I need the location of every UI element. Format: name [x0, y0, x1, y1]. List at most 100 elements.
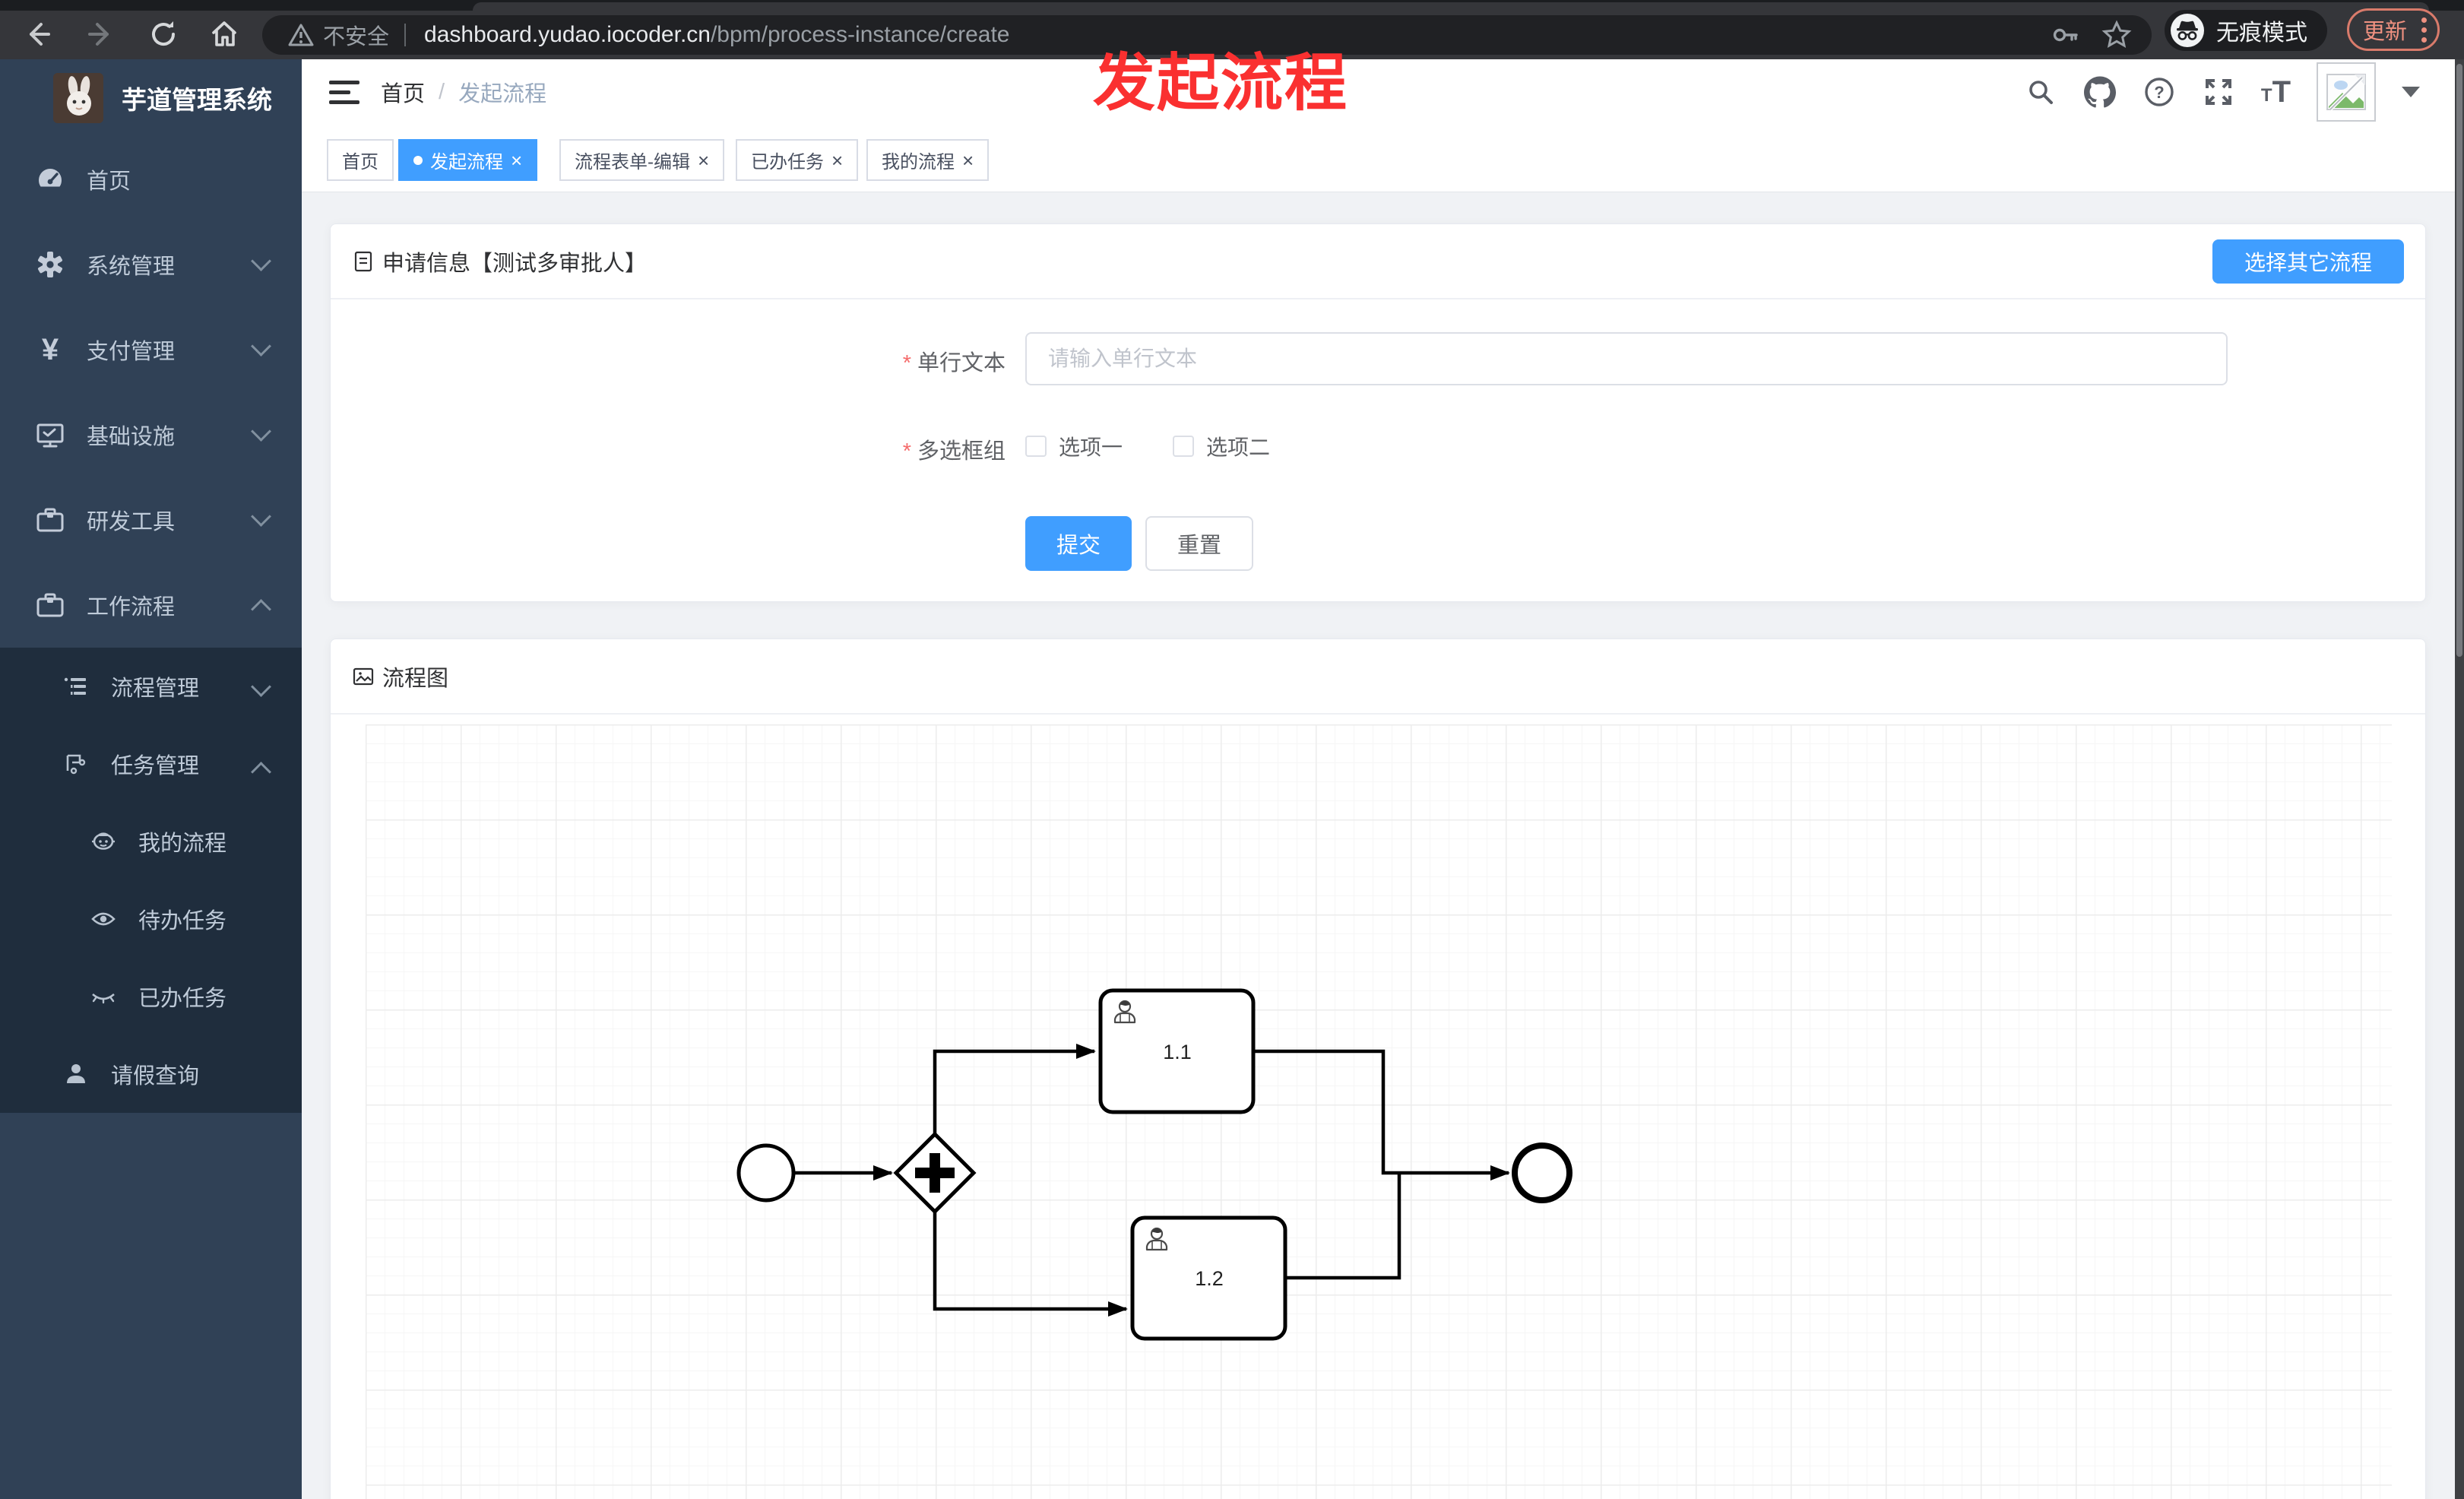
bpmn-canvas[interactable]: 1.1 1.2 — [366, 724, 2392, 1499]
app-logo — [53, 73, 103, 123]
github-icon[interactable] — [2083, 75, 2117, 109]
sidebar-item-label: 待办任务 — [138, 909, 227, 933]
avatar[interactable] — [2317, 62, 2376, 122]
back-button[interactable] — [14, 11, 61, 58]
reload-icon — [152, 21, 176, 46]
bpmn-user-task-1-1[interactable]: 1.1 — [1098, 988, 1256, 1114]
update-label[interactable]: 更新 — [2363, 14, 2407, 46]
close-icon[interactable]: × — [831, 151, 843, 170]
flow-gateway-to-task1 — [933, 1044, 1096, 1134]
sidebar-item-my-processes[interactable]: 我的流程 — [0, 803, 302, 880]
flow-task2-to-end — [1285, 1174, 1401, 1280]
bookmark-star-icon[interactable] — [2101, 20, 2132, 50]
password-key-icon[interactable] — [2050, 20, 2080, 50]
checkbox-label: 选项一 — [1059, 436, 1123, 459]
breadcrumb-home[interactable]: 首页 — [381, 76, 425, 108]
search-icon[interactable] — [2024, 75, 2057, 109]
security-label[interactable]: 不安全 — [323, 19, 389, 51]
task-label: 1.2 — [1195, 1267, 1224, 1290]
dashboard-icon — [33, 164, 67, 195]
chevron-up-icon — [251, 599, 271, 620]
chevron-down-icon — [251, 677, 271, 697]
sidebar-item-label: 研发工具 — [87, 510, 176, 534]
checkbox-icon[interactable] — [1025, 436, 1047, 457]
home-icon — [212, 21, 236, 46]
incognito-label: 无痕模式 — [2216, 21, 2307, 46]
gear-icon — [33, 249, 67, 280]
checkbox-option-2[interactable]: 选项二 — [1173, 431, 1270, 461]
breadcrumb: 首页 / 发起流程 — [381, 59, 546, 125]
tag-label: 流程表单-编辑 — [575, 152, 690, 173]
sidebar-item-infrastructure[interactable]: 基础设施 — [0, 392, 302, 477]
bpmn-diagram: 1.1 1.2 — [736, 988, 1572, 1341]
sidebar-item-dev-tools[interactable]: 研发工具 — [0, 477, 302, 563]
required-mark: * — [902, 439, 911, 464]
active-dot — [413, 155, 423, 165]
tag-label: 我的流程 — [882, 152, 955, 173]
user-icon — [62, 1061, 90, 1087]
sidebar-item-todo-tasks[interactable]: 待办任务 — [0, 880, 302, 958]
sidebar-item-label: 任务管理 — [111, 754, 200, 778]
sidebar-item-system-management[interactable]: 系统管理 — [0, 222, 302, 307]
home-button[interactable] — [201, 11, 248, 58]
close-icon[interactable]: × — [511, 151, 522, 170]
forward-button[interactable] — [78, 11, 125, 58]
submit-button[interactable]: 提交 — [1025, 516, 1132, 571]
incognito-badge: 无痕模式 — [2165, 10, 2327, 51]
bpmn-start-event[interactable] — [736, 1143, 796, 1203]
sidebar-item-task-management[interactable]: 任务管理 — [0, 725, 302, 803]
sidebar-collapse-button[interactable] — [329, 77, 363, 107]
tag-start-process[interactable]: 发起流程 × — [398, 139, 538, 181]
reset-button[interactable]: 重置 — [1145, 516, 1253, 571]
bpmn-parallel-gateway[interactable] — [893, 1131, 977, 1215]
toolbox-icon — [33, 505, 67, 535]
page-scrollbar[interactable] — [2455, 59, 2464, 1499]
avatar-caret-icon[interactable] — [2402, 87, 2420, 97]
reload-button[interactable] — [140, 11, 187, 58]
sidebar-item-label: 流程管理 — [111, 677, 200, 701]
required-mark: * — [902, 351, 911, 376]
svg-text:?: ? — [2154, 83, 2164, 102]
card-title: 流程图 — [382, 666, 449, 691]
chrome-menu-icon[interactable] — [2421, 17, 2427, 43]
help-icon[interactable]: ? — [2143, 75, 2176, 109]
app-logo-row[interactable]: 芋道管理系统 — [0, 59, 302, 137]
bpmn-user-task-1-2[interactable]: 1.2 — [1130, 1215, 1287, 1341]
tag-my-processes[interactable]: 我的流程 × — [866, 139, 990, 181]
workflow-submenu: 流程管理 任务管理 我的流程 待办任务 已办任务 请假查询 — [0, 648, 302, 1113]
tag-label: 首页 — [342, 152, 378, 173]
tag-done-tasks[interactable]: 已办任务 × — [736, 139, 859, 181]
fullscreen-icon[interactable] — [2202, 75, 2235, 109]
close-icon[interactable]: × — [962, 151, 974, 170]
eye-closed-icon — [90, 984, 117, 1009]
font-size-icon[interactable]: TT — [2261, 77, 2291, 107]
url-text[interactable]: dashboard.yudao.iocoder.cn/bpm/process-i… — [424, 22, 1009, 48]
chrome-update-button[interactable]: 更新 — [2347, 8, 2440, 51]
sidebar-item-label: 已办任务 — [138, 987, 227, 1011]
browser-active-tab[interactable] — [473, 2, 2429, 11]
tag-home[interactable]: 首页 — [327, 139, 394, 181]
sidebar-item-home[interactable]: 首页 — [0, 137, 302, 222]
tag-process-form-edit[interactable]: 流程表单-编辑 × — [559, 139, 725, 181]
sidebar-item-process-management[interactable]: 流程管理 — [0, 648, 302, 725]
checkbox-icon[interactable] — [1173, 436, 1195, 457]
bpmn-end-event[interactable] — [1512, 1142, 1572, 1203]
sidebar-item-label: 支付管理 — [87, 340, 176, 364]
chevron-down-icon — [251, 251, 271, 271]
sidebar-item-label: 首页 — [87, 170, 131, 194]
sidebar-item-leave-query[interactable]: 请假查询 — [0, 1035, 302, 1113]
scrollbar-thumb[interactable] — [2456, 64, 2462, 657]
broken-image-icon — [2326, 74, 2366, 111]
sidebar-item-payment-management[interactable]: ¥ 支付管理 — [0, 307, 302, 392]
close-icon[interactable]: × — [698, 151, 709, 170]
incognito-icon — [2171, 14, 2204, 47]
sidebar-item-workflow[interactable]: 工作流程 — [0, 563, 302, 648]
checkbox-option-1[interactable]: 选项一 — [1025, 431, 1123, 461]
document-icon — [354, 251, 372, 271]
breadcrumb-separator: / — [439, 79, 445, 104]
select-other-process-button[interactable]: 选择其它流程 — [2212, 239, 2404, 284]
image-icon — [353, 667, 374, 685]
sidebar-item-label: 请假查询 — [111, 1064, 200, 1089]
sidebar-item-done-tasks[interactable]: 已办任务 — [0, 958, 302, 1035]
single-line-text-input[interactable] — [1025, 332, 2228, 385]
